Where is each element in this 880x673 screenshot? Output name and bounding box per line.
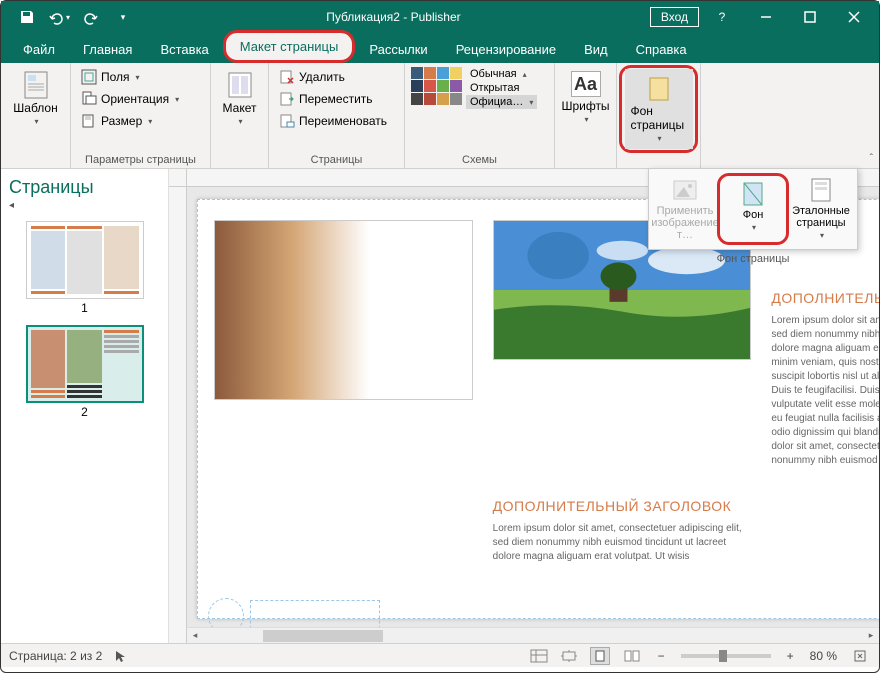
master-pages-button[interactable]: Эталонные страницы ▾ — [789, 173, 853, 245]
apply-image-button[interactable]: Применить изображение т… — [653, 173, 717, 245]
orientation-button[interactable]: Ориентация▾ — [77, 89, 204, 109]
heading-col3: ДОПОЛНИТЕЛЬНЫЙ ЗАГОЛОВОК — [771, 290, 879, 306]
background-button[interactable]: Фон ▾ — [721, 177, 785, 236]
tab-insert[interactable]: Вставка — [146, 36, 222, 63]
heading-col2: ДОПОЛНИТЕЛЬНЫЙ ЗАГОЛОВОК — [493, 498, 752, 514]
object-size-icon — [560, 649, 578, 663]
page-thumbnail-1[interactable] — [26, 221, 144, 299]
group-schemes-label: Схемы — [411, 154, 548, 168]
undo-button[interactable]: ▾ — [45, 3, 73, 31]
page-background-button[interactable]: Фон страницы ▾ — [625, 69, 693, 149]
tab-review[interactable]: Рецензирование — [442, 36, 570, 63]
help-button[interactable]: ? — [701, 1, 743, 33]
fonts-icon: Aa — [571, 71, 601, 97]
background-icon — [740, 181, 766, 207]
tab-file[interactable]: Файл — [9, 36, 69, 63]
template-icon — [22, 71, 50, 99]
pages-panel-title: Страницы — [9, 177, 160, 198]
tab-help[interactable]: Справка — [622, 36, 701, 63]
template-label: Шаблон — [13, 101, 57, 115]
size-icon — [81, 113, 97, 129]
save-button[interactable] — [13, 3, 41, 31]
redo-button[interactable] — [77, 3, 105, 31]
dropdown-footer-label: Фон страницы — [649, 253, 857, 265]
pages-collapse-button[interactable]: ◂ — [9, 200, 160, 211]
tab-view[interactable]: Вид — [570, 36, 622, 63]
scheme-official[interactable]: Официа…▾ — [466, 95, 537, 109]
ruler-corner — [169, 169, 187, 187]
fonts-button[interactable]: Aa Шрифты ▾ — [561, 67, 610, 128]
scroll-right-button[interactable]: ▸ — [863, 628, 879, 644]
rename-icon — [279, 113, 295, 129]
template-button[interactable]: Шаблон ▾ — [7, 67, 64, 130]
minimize-button[interactable] — [745, 1, 787, 33]
qat-customize-button[interactable]: ▾ — [109, 3, 137, 31]
title-bar: ▾ ▾ Публикация2 - Publisher Вход ? — [1, 1, 879, 33]
ribbon: Шаблон ▾ Поля▾ Ориентация▾ Размер▾ Парам… — [1, 63, 879, 169]
rename-page-button[interactable]: Переименовать — [275, 111, 398, 131]
size-button[interactable]: Размер▾ — [77, 111, 204, 131]
group-page-params-label: Параметры страницы — [77, 154, 204, 168]
chevron-down-icon: ▾ — [34, 117, 38, 126]
orientation-icon — [81, 91, 97, 107]
image-icon — [672, 177, 698, 203]
cursor-icon — [114, 649, 126, 663]
object-position-icon — [530, 649, 548, 663]
delete-icon — [279, 69, 295, 85]
page-thumbnail-2[interactable] — [26, 325, 144, 403]
maximize-button[interactable] — [789, 1, 831, 33]
scheme-swatches — [411, 67, 462, 109]
library-image — [214, 220, 473, 400]
collapse-ribbon-button[interactable]: ˆ — [870, 153, 873, 164]
group-pages-label: Страницы — [275, 154, 398, 168]
page-info: Страница: 2 из 2 — [9, 649, 102, 663]
layout-icon — [226, 71, 254, 99]
scroll-left-button[interactable]: ◂ — [187, 628, 203, 644]
quick-access-toolbar: ▾ ▾ — [1, 3, 137, 31]
scheme-open[interactable]: Открытая — [466, 81, 537, 95]
status-bar: Страница: 2 из 2 − + 80 % — [1, 643, 879, 667]
zoom-fit-button[interactable] — [849, 649, 871, 663]
vertical-ruler — [169, 187, 187, 643]
move-icon — [279, 91, 295, 107]
delete-page-button[interactable]: Удалить — [275, 67, 398, 87]
page-background-dropdown: Применить изображение т… Фон ▾ Эталонные… — [648, 168, 858, 250]
move-page-button[interactable]: Переместить — [275, 89, 398, 109]
thumb-2-label: 2 — [9, 405, 160, 419]
zoom-out-button[interactable]: − — [654, 649, 669, 663]
horizontal-scrollbar[interactable]: ◂ ▸ — [187, 627, 879, 643]
margins-button[interactable]: Поля▾ — [77, 67, 204, 87]
ribbon-tabs: Файл Главная Вставка Макет страницы Расс… — [1, 33, 879, 63]
window-title: Публикация2 - Publisher — [137, 10, 650, 24]
tab-page-layout[interactable]: Макет страницы — [223, 30, 356, 63]
pages-panel: Страницы ◂ 1 2 — [1, 169, 169, 643]
scroll-thumb[interactable] — [263, 630, 383, 642]
close-button[interactable] — [833, 1, 875, 33]
tab-home[interactable]: Главная — [69, 36, 146, 63]
body-text-col3: Lorem ipsum dolor sit amet, consectetuer… — [771, 314, 879, 468]
master-page-icon — [808, 177, 834, 203]
tab-mailings[interactable]: Рассылки — [355, 36, 441, 63]
scheme-normal[interactable]: Обычная▴ — [466, 67, 537, 81]
zoom-slider[interactable] — [681, 654, 771, 658]
two-page-view-button[interactable] — [622, 647, 642, 665]
page-background-icon — [645, 75, 673, 103]
signin-button[interactable]: Вход — [650, 7, 699, 27]
margins-icon — [81, 69, 97, 85]
body-text-col2: Lorem ipsum dolor sit amet, consectetuer… — [493, 522, 752, 564]
layout-button[interactable]: Макет ▾ — [217, 67, 262, 130]
zoom-level: 80 % — [810, 649, 837, 663]
thumb-1-label: 1 — [9, 301, 160, 315]
single-page-view-button[interactable] — [590, 647, 610, 665]
zoom-in-button[interactable]: + — [783, 649, 798, 663]
